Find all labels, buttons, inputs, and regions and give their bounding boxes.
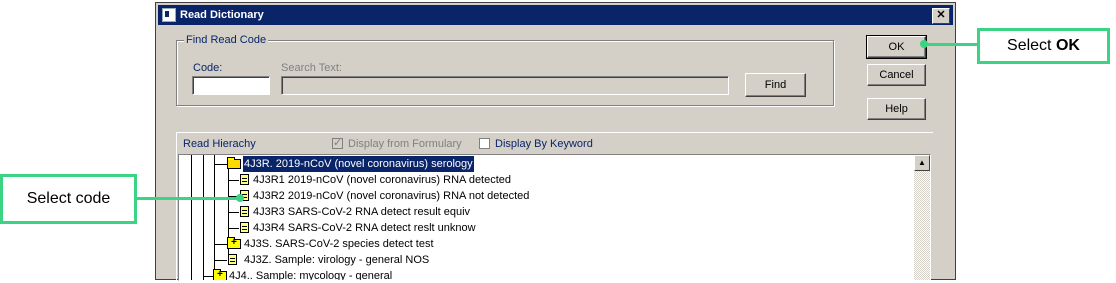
ok-callout-prefix: Select <box>1007 37 1056 54</box>
display-formulary-label: Display from Formulary <box>348 138 462 150</box>
document-icon <box>240 222 249 233</box>
folder-plus-icon[interactable]: + <box>213 269 227 280</box>
help-button[interactable]: Help <box>867 98 926 120</box>
tree-row-label: 4J4.. Sample: mycology - general <box>229 270 393 281</box>
window-title: Read Dictionary <box>180 9 264 21</box>
code-input[interactable] <box>192 76 270 95</box>
tree-row[interactable]: 4J3R3 SARS-CoV-2 RNA detect result equiv <box>229 204 829 220</box>
search-text-label: Search Text: <box>281 62 342 74</box>
code-label: Code: <box>193 62 223 74</box>
tree-row-label: 4J3S. SARS-CoV-2 species detect test <box>244 238 434 250</box>
display-formulary-checkbox[interactable] <box>332 136 343 149</box>
tree-row[interactable]: + 4J3S. SARS-CoV-2 species detect test <box>215 236 815 252</box>
tree-row[interactable]: 4J3R4 SARS-CoV-2 RNA detect reslt unknow <box>229 220 829 236</box>
display-keyword-checkbox[interactable] <box>479 138 490 149</box>
ok-callout: Select OK <box>977 28 1110 64</box>
tree-row-label: 4J3Z. Sample: virology - general NOS <box>244 254 430 266</box>
scroll-up-arrow-icon[interactable]: ▲ <box>914 155 930 171</box>
document-icon <box>240 206 249 217</box>
title-bar[interactable]: Read Dictionary ✕ <box>158 5 953 25</box>
tree-row[interactable]: 4J3R. 2019-nCoV (novel coronavirus) sero… <box>215 156 915 172</box>
tree-row-label: 4J3R1 2019-nCoV (novel coronavirus) RNA … <box>253 174 512 186</box>
tree-row[interactable]: 4J3R1 2019-nCoV (novel coronavirus) RNA … <box>229 172 829 188</box>
ok-button[interactable]: OK <box>866 35 927 59</box>
find-read-code-group: Find Read Code Code: Search Text: Find <box>176 34 834 106</box>
tree-row-label: 4J3R3 SARS-CoV-2 RNA detect result equiv <box>253 206 471 218</box>
tree-row-label: 4J3R. 2019-nCoV (novel coronavirus) sero… <box>243 156 474 172</box>
folder-plus-icon[interactable]: + <box>227 237 241 249</box>
cancel-button[interactable]: Cancel <box>867 64 926 86</box>
document-icon <box>228 254 237 265</box>
search-text-input[interactable] <box>281 76 729 95</box>
tree-row[interactable]: 4J3R2 2019-nCoV (novel coronavirus) RNA … <box>229 188 829 204</box>
ok-callout-dot <box>920 40 928 48</box>
tree-guide-line <box>191 155 192 280</box>
vertical-scrollbar[interactable]: ▲ <box>914 155 930 280</box>
folder-open-icon <box>227 157 241 169</box>
code-callout-dot <box>236 194 244 202</box>
read-hierarchy-label: Read Hierachy <box>183 138 256 150</box>
code-callout: Select code <box>0 174 137 224</box>
code-callout-connector <box>137 197 237 200</box>
tree-row[interactable]: 4J3Z. Sample: virology - general NOS <box>215 252 815 268</box>
find-button[interactable]: Find <box>745 73 806 97</box>
tree-row-label: 4J3R2 2019-nCoV (novel coronavirus) RNA … <box>253 190 530 202</box>
read-hierarchy-tree[interactable]: 4J3R. 2019-nCoV (novel coronavirus) sero… <box>178 154 931 281</box>
document-icon <box>240 174 249 185</box>
ok-callout-bold: OK <box>1055 37 1080 54</box>
find-group-label: Find Read Code <box>184 34 269 46</box>
ok-callout-connector <box>926 43 978 46</box>
tree-row-label: 4J3R4 SARS-CoV-2 RNA detect reslt unknow <box>253 222 476 234</box>
tree-guide-line <box>203 155 204 280</box>
read-hierarchy-panel: Read Hierachy Display from Formulary Dis… <box>176 132 933 281</box>
display-keyword-label: Display By Keyword <box>495 138 593 150</box>
read-dictionary-dialog: Read Dictionary ✕ Find Read Code Code: S… <box>155 2 956 281</box>
window-icon <box>162 8 176 22</box>
tree-row[interactable]: + 4J4.. Sample: mycology - general <box>203 268 803 281</box>
close-button[interactable]: ✕ <box>932 8 950 24</box>
